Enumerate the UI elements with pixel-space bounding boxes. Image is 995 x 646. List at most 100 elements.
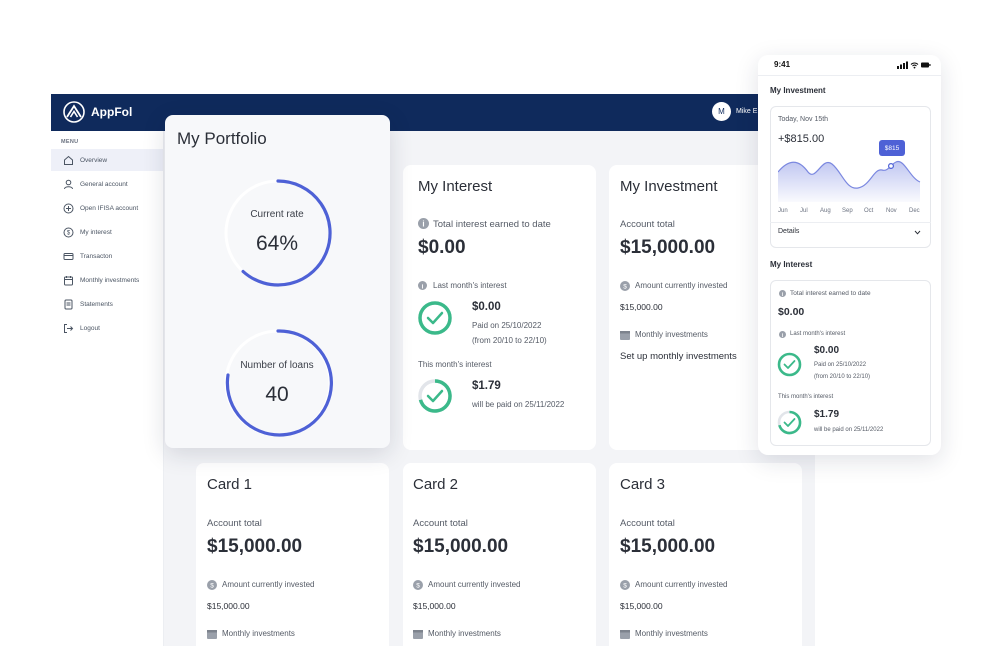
setup-monthly-link[interactable]: Set up monthly investments bbox=[620, 351, 737, 362]
sidebar-item-label: Transacton bbox=[80, 252, 113, 260]
dollar-coin-icon: $ bbox=[620, 281, 630, 291]
plus-circle-icon bbox=[63, 203, 74, 214]
monthly-investments-label: Monthly investments bbox=[428, 629, 501, 638]
amount-invested-value: $15,000.00 bbox=[620, 601, 663, 611]
sidebar-item-label: My interest bbox=[80, 228, 112, 236]
sidebar-item-statements[interactable]: Statements bbox=[51, 293, 163, 315]
number-of-loans-value: 40 bbox=[265, 383, 289, 406]
account-total-label: Account total bbox=[207, 518, 262, 529]
status-divider bbox=[758, 75, 941, 76]
account-card-1[interactable]: Card 1 Account total $15,000.00 $ Amount… bbox=[196, 463, 389, 646]
my-portfolio-panel: My Portfolio Current rate 64% Number of … bbox=[165, 115, 390, 448]
calendar-icon bbox=[413, 630, 423, 639]
sidebar-item-my-interest[interactable]: $ My interest bbox=[51, 221, 163, 243]
number-of-loans-label: Number of loans bbox=[240, 360, 314, 371]
card-title: Card 1 bbox=[207, 476, 253, 493]
card-title: My Interest bbox=[418, 178, 493, 195]
dollar-coin-icon: $ bbox=[413, 580, 423, 590]
account-total-label: Account total bbox=[620, 518, 675, 529]
info-icon[interactable]: i bbox=[418, 218, 429, 229]
phone-last-month-paid: Paid on 25/10/2022 bbox=[814, 362, 867, 368]
logout-icon bbox=[63, 323, 74, 334]
account-total-value: $15,000.00 bbox=[620, 237, 716, 258]
sidebar: MENU Overview General account Open IFISA… bbox=[51, 131, 164, 646]
account-card-3[interactable]: Card 3 Account total $15,000.00 $ Amount… bbox=[609, 463, 802, 646]
card-icon bbox=[63, 251, 74, 262]
sidebar-item-logout[interactable]: Logout bbox=[51, 317, 163, 339]
info-icon[interactable]: i bbox=[779, 331, 786, 338]
dollar-coin-icon: $ bbox=[207, 580, 217, 590]
account-total-value: $15,000.00 bbox=[413, 536, 509, 557]
card-title: Card 3 bbox=[620, 476, 666, 493]
phone-total-interest-label: Total interest earned to date bbox=[790, 290, 871, 297]
svg-text:i: i bbox=[422, 220, 424, 229]
sidebar-item-label: General account bbox=[80, 180, 128, 188]
status-indicators-icon bbox=[897, 61, 931, 69]
last-month-range: (from 20/10 to 22/10) bbox=[472, 336, 547, 345]
brand[interactable]: AppFol bbox=[63, 101, 132, 123]
phone-last-month-range: (from 20/10 to 22/10) bbox=[814, 374, 871, 380]
sidebar-item-overview[interactable]: Overview bbox=[51, 149, 163, 171]
amount-invested-label: Amount currently invested bbox=[428, 580, 521, 589]
phone-total-interest-value: $0.00 bbox=[778, 306, 805, 318]
month-label: Oct bbox=[864, 208, 874, 214]
month-label: Jul bbox=[800, 208, 808, 214]
month-label: Aug bbox=[820, 208, 831, 214]
chart-divider bbox=[770, 222, 931, 223]
info-icon[interactable]: i bbox=[779, 290, 786, 297]
today-date: Today, Nov 15th bbox=[778, 116, 829, 123]
svg-text:$: $ bbox=[623, 583, 627, 590]
details-toggle[interactable]: Details bbox=[778, 228, 799, 235]
menu-label: MENU bbox=[61, 139, 79, 145]
card-title: Card 2 bbox=[413, 476, 459, 493]
calendar-icon bbox=[620, 331, 630, 340]
phone-this-month-label: This month's interest bbox=[778, 394, 834, 400]
info-icon[interactable]: i bbox=[418, 281, 427, 290]
check-circle-icon bbox=[777, 352, 802, 377]
avatar[interactable]: M bbox=[712, 102, 731, 121]
month-label: Jun bbox=[778, 208, 788, 214]
sidebar-item-label: Logout bbox=[80, 324, 100, 332]
account-total-value: $15,000.00 bbox=[620, 536, 716, 557]
dollar-coin-icon: $ bbox=[620, 580, 630, 590]
document-icon bbox=[63, 299, 74, 310]
this-month-value: $1.79 bbox=[472, 380, 501, 392]
sidebar-item-label: Statements bbox=[80, 300, 113, 308]
monthly-investments-label: Monthly investments bbox=[635, 330, 708, 339]
current-rate-value: 64% bbox=[255, 232, 299, 255]
check-circle-icon bbox=[418, 301, 452, 335]
phone-this-month-paid: will be paid on 25/11/2022 bbox=[814, 427, 884, 433]
sidebar-item-label: Monthly investments bbox=[80, 276, 140, 284]
svg-text:$: $ bbox=[67, 230, 71, 236]
mobile-app-screen: 9:41 My Investment Today, Nov 15th +$815… bbox=[758, 55, 941, 455]
account-card-2[interactable]: Card 2 Account total $15,000.00 $ Amount… bbox=[403, 463, 596, 646]
user-name[interactable]: Mike E bbox=[736, 108, 757, 115]
sidebar-item-general-account[interactable]: General account bbox=[51, 173, 163, 195]
progress-check-icon bbox=[777, 410, 802, 435]
investment-area-chart bbox=[778, 160, 921, 202]
sidebar-item-open-ifisa-account[interactable]: Open IFISA account bbox=[51, 197, 163, 219]
this-month-paid: will be paid on 25/11/2022 bbox=[472, 400, 565, 409]
progress-check-icon bbox=[418, 379, 452, 413]
user-menu[interactable]: M Mike E bbox=[712, 102, 757, 121]
phone-investment-heading: My Investment bbox=[770, 86, 826, 95]
status-time: 9:41 bbox=[774, 60, 791, 69]
phone-last-month-label: Last month's interest bbox=[790, 331, 846, 337]
calendar-icon bbox=[207, 630, 217, 639]
calendar-icon bbox=[63, 275, 74, 286]
appfol-logo-icon bbox=[63, 101, 85, 123]
phone-last-month-value: $0.00 bbox=[814, 345, 840, 356]
sidebar-item-monthly-investments[interactable]: Monthly investments bbox=[51, 269, 163, 291]
portfolio-title: My Portfolio bbox=[177, 129, 267, 148]
chevron-down-icon[interactable] bbox=[914, 230, 921, 235]
sidebar-item-transaction[interactable]: Transacton bbox=[51, 245, 163, 267]
last-month-label: Last month's interest bbox=[433, 281, 507, 290]
total-interest-label: Total interest earned to date bbox=[433, 219, 551, 230]
sidebar-item-label: Open IFISA account bbox=[80, 204, 139, 212]
monthly-investments-label: Monthly investments bbox=[635, 629, 708, 638]
investment-gain: +$815.00 bbox=[778, 133, 825, 145]
last-month-paid: Paid on 25/10/2022 bbox=[472, 321, 542, 330]
svg-text:$: $ bbox=[416, 583, 420, 590]
calendar-icon bbox=[620, 630, 630, 639]
amount-invested-value: $15,000.00 bbox=[620, 302, 663, 312]
